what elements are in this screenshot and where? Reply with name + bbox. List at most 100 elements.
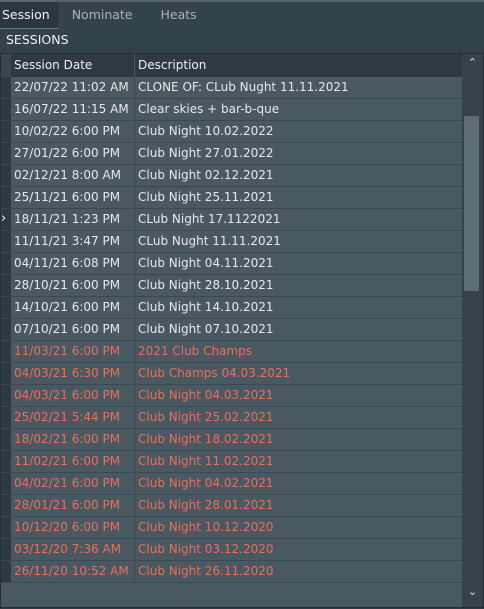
table-row[interactable]: 18/02/21 6:00 PM Club Night 18.02.2021 (1, 429, 463, 451)
cell-description: Club Night 27.01.2022 (138, 146, 274, 160)
cell-session-date: 03/12/20 7:36 AM (11, 539, 135, 560)
table-row[interactable]: 07/10/21 6:00 PM Club Night 07.10.2021 (1, 319, 463, 341)
cell-session-date: 11/11/21 3:47 PM (11, 231, 135, 252)
row-indicator (1, 187, 11, 208)
cell-session-date: 28/10/21 6:00 PM (11, 275, 135, 296)
cell-session-date: 16/07/22 11:15 AM (11, 99, 135, 120)
vertical-scrollbar[interactable]: ⌃ ⌄ (462, 54, 483, 607)
cell-session-date: 11/02/21 6:00 PM (11, 451, 135, 472)
cell-description: Club Night 28.01.2021 (138, 498, 274, 512)
cell-description: CLub Nught 11.11.2021 (138, 234, 281, 248)
row-indicator (1, 341, 11, 362)
table-row[interactable]: 02/12/21 8:00 AM Club Night 02.12.2021 (1, 165, 463, 187)
row-indicator (1, 363, 11, 384)
current-row-arrow-icon: › (1, 209, 11, 230)
sessions-title: SESSIONS (0, 29, 484, 53)
grid-header: Session Date Description (1, 54, 463, 77)
grid-rows: 22/07/22 11:02 AM CLONE OF: CLub Nught 1… (1, 77, 463, 583)
table-row[interactable]: › 18/11/21 1:23 PM CLub Night 17.1122021 (1, 209, 463, 231)
table-row[interactable]: 27/01/22 6:00 PM Club Night 27.01.2022 (1, 143, 463, 165)
row-indicator (1, 495, 11, 516)
tab-bar: Session Nominate Heats (0, 0, 484, 29)
cell-description: Club Night 10.02.2022 (138, 124, 274, 138)
cell-session-date: 22/07/22 11:02 AM (11, 77, 135, 98)
table-row[interactable]: 28/01/21 6:00 PM Club Night 28.01.2021 (1, 495, 463, 517)
table-row[interactable]: 11/03/21 6:00 PM 2021 Club Champs (1, 341, 463, 363)
column-header-description[interactable]: Description (135, 54, 463, 77)
table-row[interactable]: 26/11/20 10:52 AM Club Night 26.11.2020 (1, 561, 463, 583)
table-row[interactable]: 04/11/21 6:08 PM Club Night 04.11.2021 (1, 253, 463, 275)
row-indicator (1, 143, 11, 164)
table-row[interactable]: 11/02/21 6:00 PM Club Night 11.02.2021 (1, 451, 463, 473)
row-indicator (1, 385, 11, 406)
tab-heats[interactable]: Heats (147, 2, 211, 29)
cell-session-date: 25/11/21 6:00 PM (11, 187, 135, 208)
cell-description: Club Night 04.11.2021 (138, 256, 274, 270)
table-row[interactable]: 10/02/22 6:00 PM Club Night 10.02.2022 (1, 121, 463, 143)
cell-description: Club Night 25.02.2021 (138, 410, 274, 424)
cell-session-date: 07/10/21 6:00 PM (11, 319, 135, 340)
cell-session-date: 27/01/22 6:00 PM (11, 143, 135, 164)
cell-description: Clear skies + bar-b-que (138, 102, 280, 116)
cell-session-date: 26/11/20 10:52 AM (11, 561, 135, 582)
cell-description: Club Night 28.10.2021 (138, 278, 274, 292)
table-row[interactable]: 11/11/21 3:47 PM CLub Nught 11.11.2021 (1, 231, 463, 253)
cell-session-date: 04/02/21 6:00 PM (11, 473, 135, 494)
cell-description: Club Night 18.02.2021 (138, 432, 274, 446)
scroll-up-icon[interactable]: ⌃ (462, 56, 483, 76)
row-indicator (1, 77, 11, 98)
table-row[interactable]: 22/07/22 11:02 AM CLONE OF: CLub Nught 1… (1, 77, 463, 99)
row-indicator (1, 473, 11, 494)
cell-description: Club Night 04.02.2021 (138, 476, 274, 490)
cell-description: Club Night 07.10.2021 (138, 322, 274, 336)
cell-description: CLONE OF: CLub Nught 11.11.2021 (138, 80, 349, 94)
cell-description: Club Champs 04.03.2021 (138, 366, 291, 380)
table-row[interactable]: 28/10/21 6:00 PM Club Night 28.10.2021 (1, 275, 463, 297)
row-indicator (1, 561, 11, 582)
cell-description: Club Night 02.12.2021 (138, 168, 274, 182)
table-row[interactable]: 25/11/21 6:00 PM Club Night 25.11.2021 (1, 187, 463, 209)
row-indicator (1, 451, 11, 472)
cell-description: Club Night 25.11.2021 (138, 190, 274, 204)
table-row[interactable]: 03/12/20 7:36 AM Club Night 03.12.2020 (1, 539, 463, 561)
row-indicator-header (1, 54, 11, 77)
column-header-session-date[interactable]: Session Date (11, 54, 135, 77)
cell-description: Club Night 11.02.2021 (138, 454, 274, 468)
table-row[interactable]: 25/02/21 5:44 PM Club Night 25.02.2021 (1, 407, 463, 429)
scroll-down-icon[interactable]: ⌄ (462, 585, 483, 605)
cell-description: Club Night 14.10.2021 (138, 300, 274, 314)
cell-description: 2021 Club Champs (138, 344, 252, 358)
cell-session-date: 18/02/21 6:00 PM (11, 429, 135, 450)
cell-session-date: 11/03/21 6:00 PM (11, 341, 135, 362)
scrollbar-thumb[interactable] (464, 116, 479, 291)
cell-description: CLub Night 17.1122021 (138, 212, 281, 226)
table-row[interactable]: 04/03/21 6:00 PM Club Night 04.03.2021 (1, 385, 463, 407)
row-indicator (1, 407, 11, 428)
row-indicator (1, 539, 11, 560)
tab-session[interactable]: Session (0, 2, 58, 29)
table-row[interactable]: 04/03/21 6:30 PM Club Champs 04.03.2021 (1, 363, 463, 385)
cell-description: Club Night 10.12.2020 (138, 520, 274, 534)
cell-session-date: 25/02/21 5:44 PM (11, 407, 135, 428)
cell-session-date: 04/03/21 6:30 PM (11, 363, 135, 384)
row-indicator (1, 99, 11, 120)
cell-session-date: 02/12/21 8:00 AM (11, 165, 135, 186)
cell-description: Club Night 26.11.2020 (138, 564, 274, 578)
table-row[interactable]: 04/02/21 6:00 PM Club Night 04.02.2021 (1, 473, 463, 495)
table-row[interactable]: 10/12/20 6:00 PM Club Night 10.12.2020 (1, 517, 463, 539)
row-indicator (1, 165, 11, 186)
table-row[interactable]: 14/10/21 6:00 PM Club Night 14.10.2021 (1, 297, 463, 319)
cell-description: Club Night 04.03.2021 (138, 388, 274, 402)
row-indicator (1, 231, 11, 252)
row-indicator (1, 121, 11, 142)
row-indicator (1, 275, 11, 296)
table-row[interactable]: 16/07/22 11:15 AM Clear skies + bar-b-qu… (1, 99, 463, 121)
row-indicator (1, 517, 11, 538)
cell-session-date: 14/10/21 6:00 PM (11, 297, 135, 318)
tab-nominate[interactable]: Nominate (58, 2, 147, 29)
row-indicator (1, 429, 11, 450)
sessions-grid: Session Date Description 22/07/22 11:02 … (0, 53, 484, 608)
cell-session-date: 28/01/21 6:00 PM (11, 495, 135, 516)
row-indicator (1, 253, 11, 274)
cell-description: Club Night 03.12.2020 (138, 542, 274, 556)
